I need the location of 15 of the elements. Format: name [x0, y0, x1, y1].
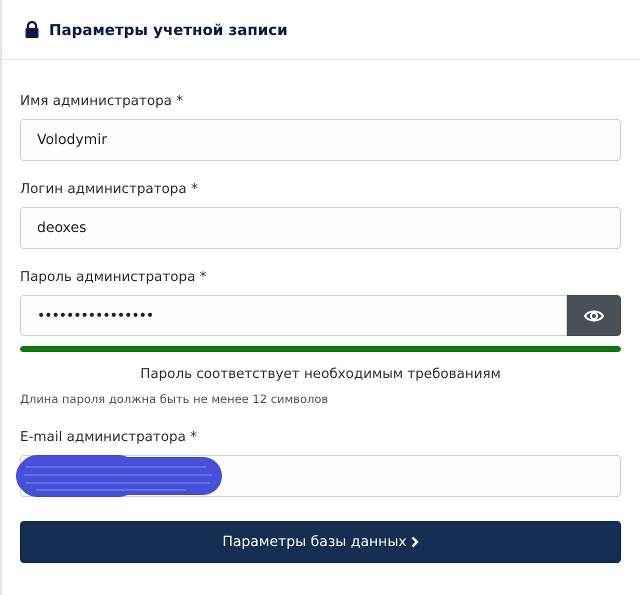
password-field[interactable]: ••••••••••••••••	[20, 295, 567, 336]
input-field[interactable]: Volodymir	[20, 119, 621, 161]
input-field[interactable]: deoxes	[20, 207, 621, 249]
field-label: Имя администратора *	[20, 92, 184, 111]
field-label: Пароль администратора *	[20, 268, 208, 287]
chevron-right-icon	[410, 536, 419, 548]
section-title: Параметры учетной записи	[49, 20, 288, 38]
password-hint: Длина пароля должна быть не менее 12 символов	[20, 391, 330, 407]
lock-icon	[25, 21, 39, 38]
strength-message: Пароль соответствует необходимым требованиям	[139, 365, 502, 384]
eye-icon	[584, 308, 604, 322]
show-password-button[interactable]	[567, 295, 621, 336]
field-label: E-mail администратора *	[20, 428, 198, 447]
field-label: Логин администратора *	[20, 180, 199, 199]
next-button[interactable]: Параметры базы данных	[20, 521, 621, 563]
